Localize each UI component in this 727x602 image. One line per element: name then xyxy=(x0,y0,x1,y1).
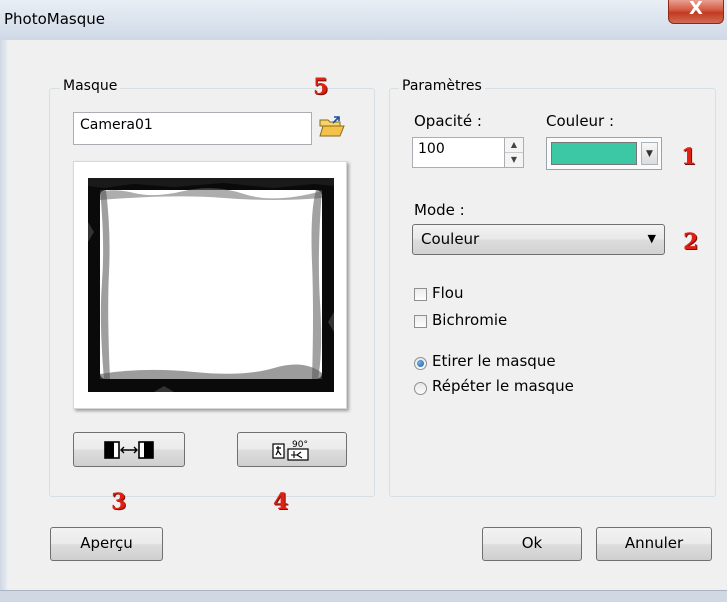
rotate-button[interactable]: 90° xyxy=(237,432,347,467)
bichromie-label[interactable]: Bichromie xyxy=(432,311,507,329)
annotation-4: 4 xyxy=(273,489,289,515)
annuler-button-label: Annuler xyxy=(624,534,684,552)
flou-checkbox[interactable] xyxy=(414,288,427,301)
chevron-down-icon: ▼ xyxy=(647,232,656,245)
mask-preview-image xyxy=(74,162,346,408)
repeter-label[interactable]: Répéter le masque xyxy=(432,377,574,395)
window-frame-left xyxy=(0,40,7,601)
mask-file-field[interactable]: Camera01 xyxy=(73,112,312,145)
annotation-1: 1 xyxy=(681,144,697,170)
masque-group-label: Masque xyxy=(60,78,121,94)
apercu-button-label: Aperçu xyxy=(80,534,133,552)
repeter-radio[interactable] xyxy=(414,382,427,395)
chevron-down-icon[interactable]: ▼ xyxy=(641,142,658,165)
flip-icon xyxy=(104,441,154,459)
window-title: PhotoMasque xyxy=(4,10,105,28)
couleur-swatch xyxy=(551,142,637,165)
etirer-radio[interactable] xyxy=(414,357,427,370)
mode-select[interactable]: Couleur ▼ xyxy=(412,224,665,255)
couleur-picker[interactable]: ▼ xyxy=(546,137,662,170)
photomasque-dialog: PhotoMasque X Masque Camera01 90° Paramè… xyxy=(0,0,727,602)
ok-button[interactable]: Ok xyxy=(482,527,582,561)
title-bar: PhotoMasque X xyxy=(0,0,727,40)
annotation-2: 2 xyxy=(683,229,699,255)
apercu-button[interactable]: Aperçu xyxy=(50,527,163,561)
parametres-group-label: Paramètres xyxy=(399,78,485,94)
spin-up-icon[interactable]: ▲ xyxy=(505,138,523,153)
flip-button[interactable] xyxy=(73,432,185,467)
mode-select-value: Couleur xyxy=(421,230,480,248)
radio-selected-dot xyxy=(417,360,424,367)
open-folder-icon[interactable] xyxy=(319,116,345,138)
annuler-button[interactable]: Annuler xyxy=(596,527,712,561)
mode-label: Mode : xyxy=(414,201,465,219)
opacite-label: Opacité : xyxy=(414,112,482,130)
close-button[interactable]: X xyxy=(668,0,724,24)
flou-label[interactable]: Flou xyxy=(432,284,463,302)
ok-button-label: Ok xyxy=(521,534,543,552)
mask-preview xyxy=(73,161,347,409)
etirer-label[interactable]: Etirer le masque xyxy=(432,352,556,370)
rotate-90-icon: 90° xyxy=(272,440,309,461)
couleur-label: Couleur : xyxy=(546,112,615,130)
opacite-spinner[interactable]: ▲ ▼ xyxy=(504,137,524,168)
window-frame-bottom xyxy=(0,590,727,602)
opacite-input[interactable]: 100 xyxy=(412,137,505,168)
annotation-3: 3 xyxy=(111,489,127,515)
close-icon: X xyxy=(689,0,703,19)
bichromie-checkbox[interactable] xyxy=(414,315,427,328)
spin-down-icon[interactable]: ▼ xyxy=(505,153,523,167)
annotation-5: 5 xyxy=(313,74,329,100)
